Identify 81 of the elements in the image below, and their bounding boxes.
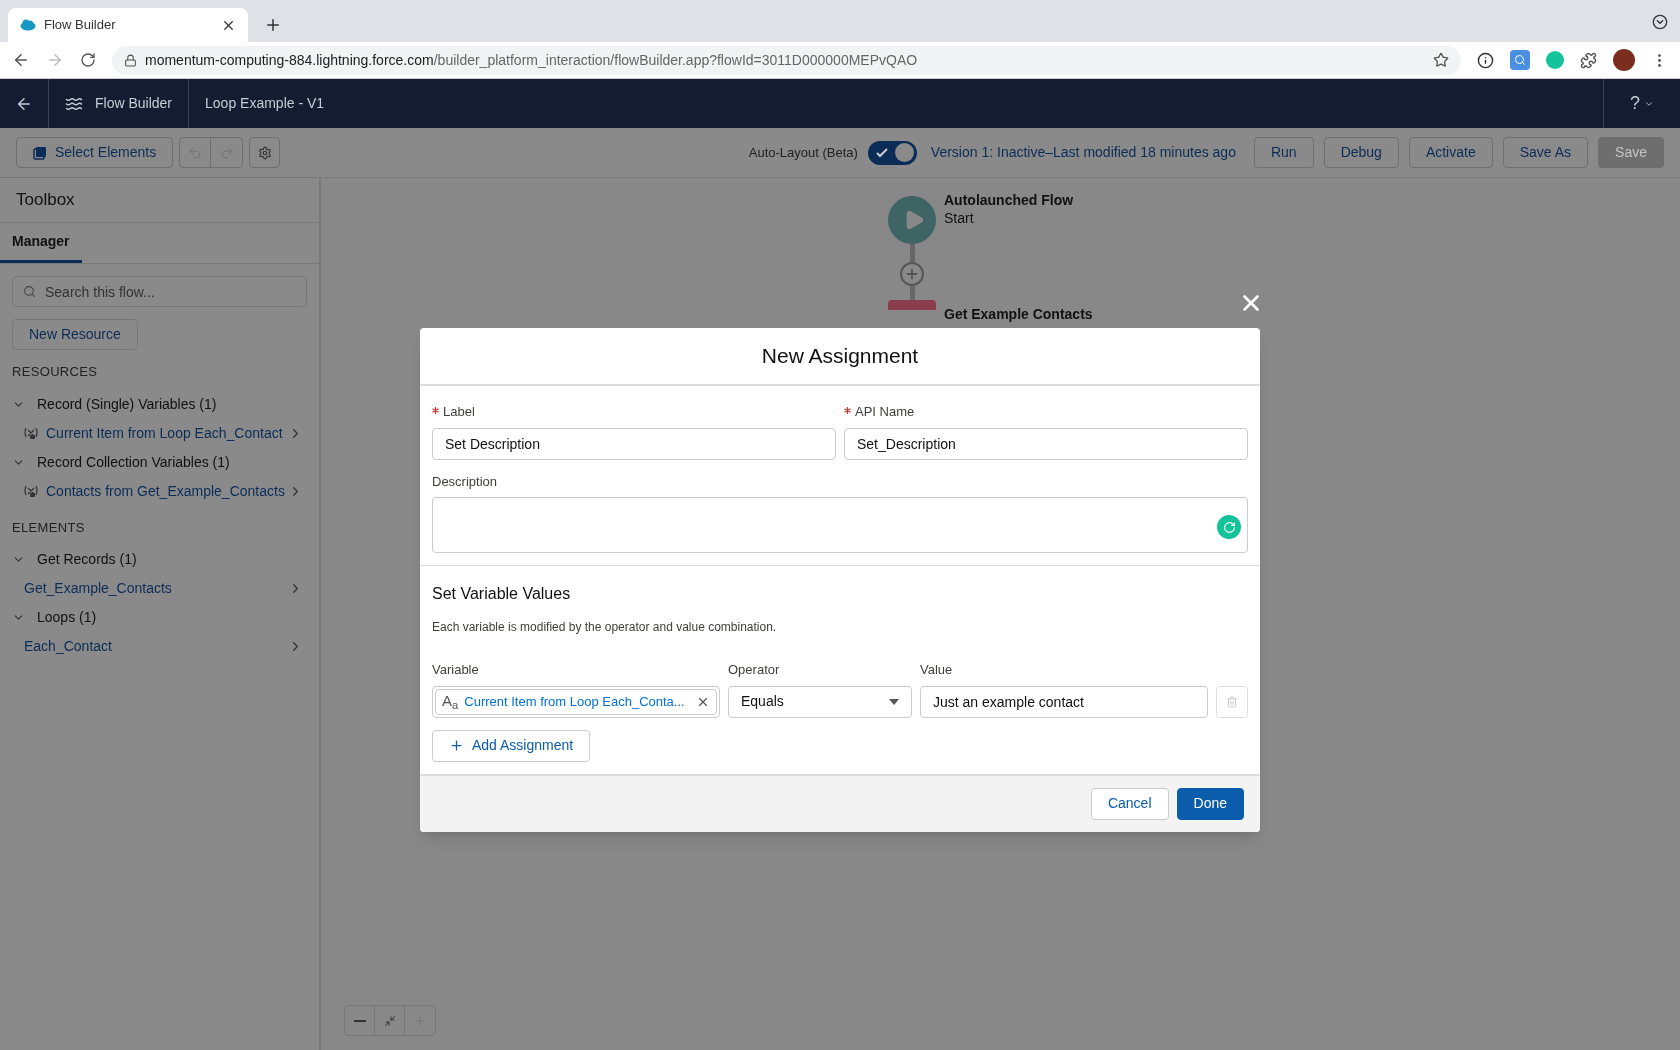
toolbar-button[interactable]: Run <box>1253 137 1314 168</box>
auto-layout-toggle[interactable] <box>867 140 917 165</box>
toolbar-button[interactable]: Debug <box>1323 137 1399 168</box>
avatar[interactable] <box>1613 49 1635 71</box>
trash-icon <box>1226 695 1238 708</box>
check-icon <box>874 145 889 160</box>
checkbox-icon <box>33 145 47 160</box>
tree-group[interactable]: Loops (1) <box>12 603 307 632</box>
cancel-button[interactable]: Cancel <box>1090 787 1169 820</box>
operator-select[interactable]: Equals <box>728 685 912 718</box>
back-icon[interactable] <box>12 51 30 69</box>
reload-icon[interactable] <box>80 52 96 68</box>
plus-icon <box>449 738 464 753</box>
grammar-icon[interactable] <box>1217 515 1241 539</box>
search-field[interactable]: Search this flow... <box>12 276 307 307</box>
toolbar-button[interactable]: Save As <box>1502 137 1589 168</box>
flow-name: Loop Example - V1 <box>205 94 325 113</box>
puzzle-icon[interactable] <box>1580 51 1597 69</box>
toolbar-button[interactable]: Activate <box>1408 137 1493 168</box>
settings-button[interactable] <box>249 137 281 168</box>
plus-icon <box>904 266 920 282</box>
version-status: Version 1: Inactive–Last modified 18 minutes ago <box>930 143 1236 162</box>
url-text: momentum-computing-884.lightning.force.com/builder_platform_interaction/flowBuilder.app?flowId=3011D000000MEPvQAO <box>145 50 918 70</box>
text-type-icon: A$_{a}$ <box>442 690 459 713</box>
minus-icon <box>353 1019 366 1022</box>
node-subtitle: Start <box>944 209 975 227</box>
description-field[interactable] <box>432 497 1248 553</box>
manager-tab[interactable]: Manager <box>0 223 82 263</box>
modal-title: New Assignment <box>761 343 919 370</box>
refresh-icon <box>1222 520 1236 534</box>
new-resource-button[interactable]: New Resource <box>12 319 138 350</box>
column-label: Value <box>920 662 953 677</box>
variable-pill[interactable]: A$_{a}$ Current Item from Loop Each_Conta... <box>435 688 717 715</box>
text-field[interactable]: Set_Description <box>844 427 1248 460</box>
text-field[interactable]: Set Description <box>432 427 836 460</box>
section-heading: RESOURCES <box>12 364 98 379</box>
tree-group[interactable]: Record Collection Variables (1) <box>12 447 307 477</box>
shrink-icon <box>383 1014 396 1027</box>
panel-title: Toolbox <box>16 189 75 212</box>
tree-item[interactable]: Contacts from Get_Example_Contacts <box>12 476 307 506</box>
dropdown-icon[interactable] <box>1652 14 1668 30</box>
search-icon <box>23 285 36 298</box>
field-label: Label <box>443 404 475 419</box>
address-bar[interactable]: momentum-computing-884.lightning.force.com/builder_platform_interaction/flowBuilder.app?flowId=3011D000000MEPvQAO <box>112 45 1461 75</box>
tree-group[interactable]: Record (Single) Variables (1) <box>12 389 307 419</box>
node-title: Get Example Contacts <box>944 305 1093 324</box>
app-name: Flow Builder <box>95 94 173 113</box>
section-heading: ELEMENTS <box>12 519 85 535</box>
tree-item[interactable]: Each_Contact <box>12 632 307 661</box>
variable-icon <box>24 485 38 497</box>
column-label: Operator <box>728 662 780 677</box>
extension-icon[interactable] <box>1510 50 1530 70</box>
caret-icon <box>889 698 899 705</box>
new-tab-icon[interactable] <box>264 16 282 34</box>
tab-title: Flow Builder <box>44 16 117 35</box>
info-icon[interactable] <box>1477 51 1494 69</box>
field-label: Description <box>432 473 498 489</box>
cloud-icon <box>20 19 36 31</box>
settings-icon <box>257 145 272 160</box>
tree-item[interactable]: Current Item from Loop Each_Contact <box>12 418 307 448</box>
add-assignment-button[interactable]: Add Assignment <box>432 729 591 762</box>
variable-icon <box>24 427 38 439</box>
auto-layout-label: Auto-Layout (Beta) <box>748 143 858 162</box>
forward-icon[interactable] <box>46 51 64 69</box>
get-records-node[interactable] <box>888 300 936 310</box>
browser-tab[interactable]: Flow Builder <box>8 8 248 42</box>
tree-group[interactable]: Get Records (1) <box>12 545 307 574</box>
value-field[interactable]: Just an example contact <box>920 685 1208 718</box>
select-elements-button[interactable]: Select Elements <box>16 137 174 168</box>
section-title: Set Variable Values <box>432 584 572 604</box>
tree-item[interactable]: Get_Example_Contacts <box>12 574 307 603</box>
star-icon[interactable] <box>1433 52 1449 68</box>
field-label: API Name <box>855 404 915 419</box>
column-label: Variable <box>432 662 479 677</box>
add-element-button[interactable] <box>900 262 924 286</box>
lock-icon <box>124 53 137 67</box>
extension-icon[interactable] <box>1546 51 1564 69</box>
section-description: Each variable is modified by the operator and value combination. <box>432 619 778 636</box>
start-node[interactable] <box>888 196 936 244</box>
done-button[interactable]: Done <box>1176 787 1244 820</box>
node-title: Autolaunched Flow <box>944 192 1074 210</box>
